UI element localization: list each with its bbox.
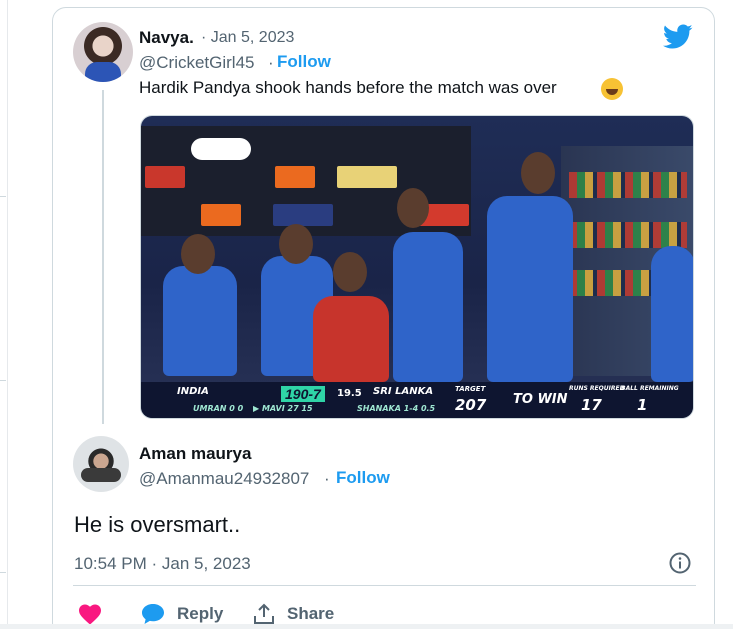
author-handle[interactable]: @Amanmau24932807 [139, 469, 309, 489]
avatar[interactable] [73, 436, 129, 492]
to-win-label: TO WIN [513, 392, 568, 407]
heart-icon [79, 604, 101, 625]
player [651, 246, 693, 382]
rolling-on-floor-laughing-emoji [601, 78, 623, 100]
player-head [333, 252, 367, 292]
sponsor-tile [191, 138, 251, 160]
player [313, 296, 389, 382]
tweet-text: He is oversmart.. [74, 512, 241, 537]
info-icon[interactable] [668, 551, 692, 575]
divider [73, 585, 696, 586]
player-head [521, 152, 555, 194]
author-name[interactable]: Aman maurya [139, 444, 251, 464]
team-score: 190-7 [281, 386, 325, 402]
separator-dot: · [324, 469, 330, 488]
edge-tick [0, 196, 6, 197]
follow-button[interactable]: Follow [336, 468, 390, 488]
tweet-date[interactable]: · Jan 5, 2023 [201, 29, 294, 47]
reply-bubble-icon [142, 604, 164, 624]
twitter-bird-icon[interactable] [663, 24, 693, 50]
author-name[interactable]: Navya. [139, 28, 194, 48]
sponsor-tile [201, 204, 241, 226]
balls-remaining: 1 [637, 396, 648, 414]
like-button[interactable] [78, 603, 102, 625]
thread-line [102, 90, 104, 424]
share-label: Share [287, 604, 335, 623]
share-button[interactable]: Share [253, 603, 334, 625]
sponsor-tile [273, 204, 333, 226]
player-head [397, 188, 429, 228]
player [163, 266, 237, 376]
batter1: UMRAN 0 0 [193, 404, 244, 413]
edge-tick [0, 380, 6, 381]
edge-tick [0, 572, 6, 573]
reply-label: Reply [177, 604, 224, 623]
sponsor-tile [145, 166, 185, 188]
drink-row [569, 172, 687, 198]
runs-required: 17 [581, 396, 602, 414]
dugout-scene [141, 116, 693, 418]
tweet-text: Hardik Pandya shook hands before the mat… [139, 78, 557, 97]
overs: 19.5 [337, 388, 362, 399]
player-head [279, 224, 313, 264]
separator-dot: · [268, 53, 274, 72]
share-icon [254, 603, 274, 624]
sponsor-tile [275, 166, 315, 188]
bowler: SHANAKA 1-4 0.5 [357, 404, 436, 413]
avatar-shirt [85, 62, 121, 82]
team2-label: SRI LANKA [373, 386, 434, 397]
scoreboard-overlay: INDIA 190-7 19.5 SRI LANKA UMRAN 0 0 ▶ M… [141, 382, 693, 418]
follow-button[interactable]: Follow [277, 52, 331, 72]
sponsor-tile [337, 166, 397, 188]
avatar-bike [81, 468, 121, 482]
tweet-photo[interactable]: INDIA 190-7 19.5 SRI LANKA UMRAN 0 0 ▶ M… [140, 115, 694, 419]
page-bottom-strip [0, 624, 733, 629]
tweet-timestamp[interactable]: 10:54 PM · Jan 5, 2023 [74, 554, 251, 574]
player [487, 196, 573, 382]
target-value: 207 [455, 396, 487, 414]
player-head [181, 234, 215, 274]
team1-label: INDIA [177, 386, 209, 397]
batter2: ▶ MAVI 27 15 [253, 404, 313, 413]
reply-button[interactable]: Reply [141, 603, 223, 625]
target-label: TARGET [455, 385, 486, 393]
avatar[interactable] [73, 22, 133, 82]
runs-required-label: RUNS REQUIRED [569, 385, 625, 392]
player [393, 232, 463, 382]
drink-row [569, 222, 687, 248]
tweet-embed-card[interactable]: Navya. · Jan 5, 2023 @CricketGirl45 · Fo… [52, 7, 715, 629]
author-handle[interactable]: @CricketGirl45 [139, 53, 255, 73]
left-page-edge [0, 0, 8, 629]
balls-remaining-label: BALL REMAINING [621, 385, 679, 392]
